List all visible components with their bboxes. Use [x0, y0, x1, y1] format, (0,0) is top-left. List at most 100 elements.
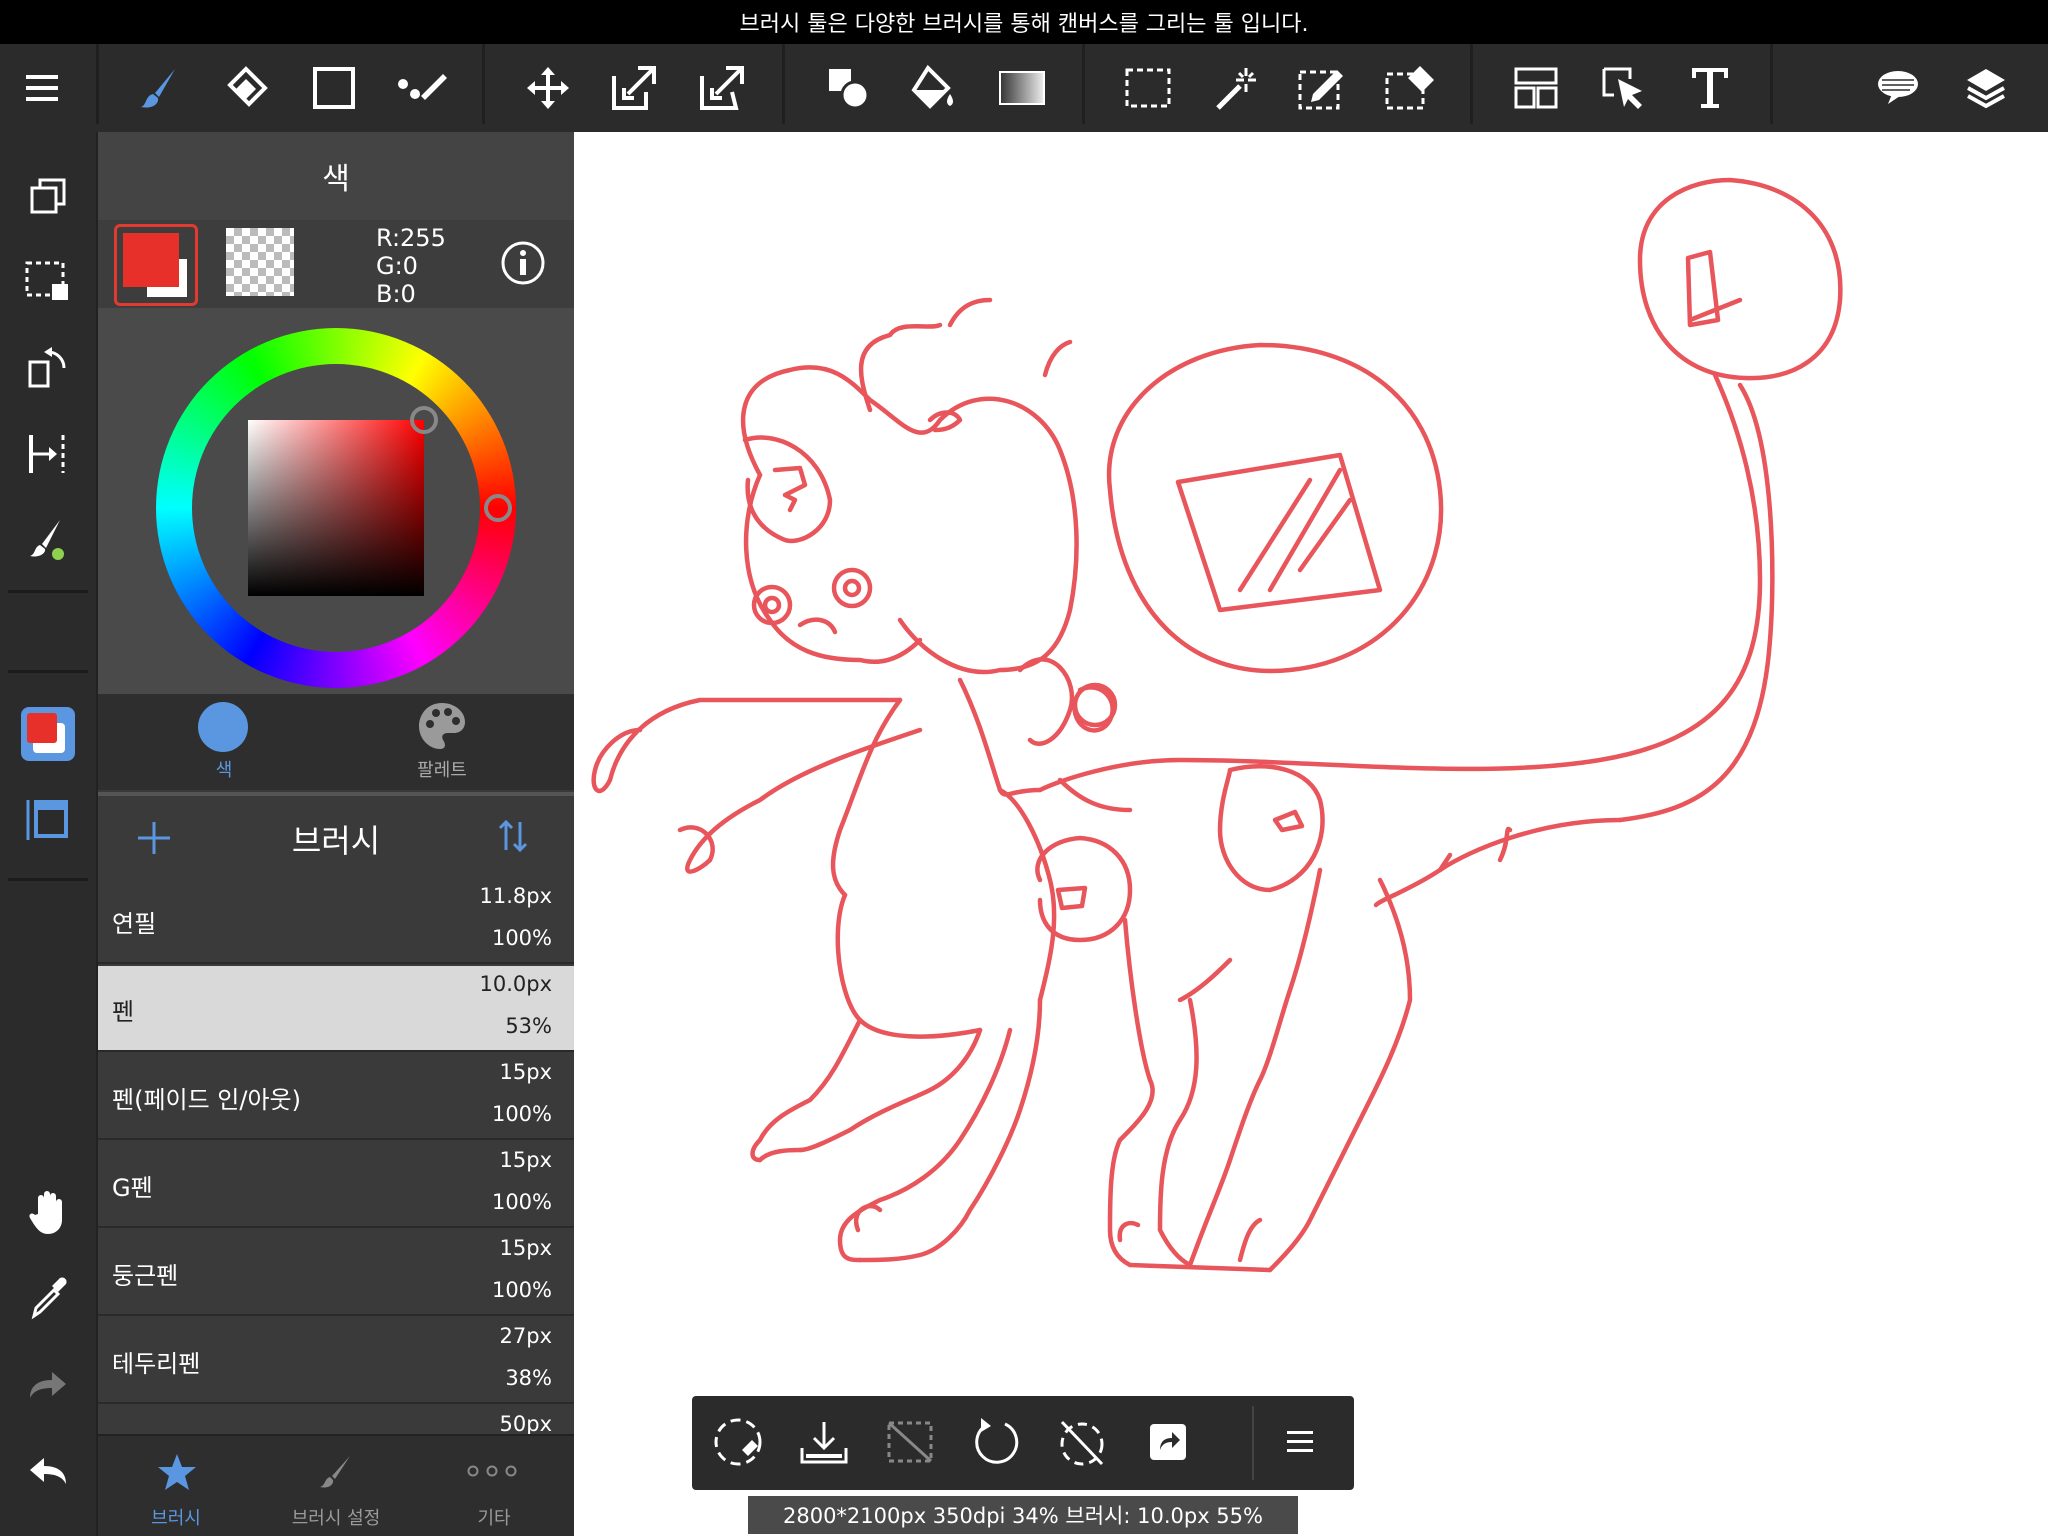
side-panel: 색 R:255 G:0 B:0 색 팔레트 브러시 연필 11.8px 100%…: [96, 132, 574, 1536]
rgb-b: B:0: [376, 280, 416, 308]
brush-item-g-pen[interactable]: G펜 15px 100%: [98, 1142, 574, 1228]
brush-size: 15px: [499, 1060, 552, 1084]
select-rect-icon[interactable]: [1118, 58, 1178, 118]
fill-shape-icon[interactable]: [818, 58, 878, 118]
brush-color-icon[interactable]: [16, 508, 80, 572]
brush-item-pen-fade[interactable]: 펜(페이드 인/아웃) 15px 100%: [98, 1054, 574, 1140]
brush-item-edge-pen[interactable]: 테두리펜 27px 38%: [98, 1318, 574, 1404]
brush-opacity: 100%: [491, 926, 552, 950]
brush-name: 둥근펜: [112, 1262, 179, 1290]
transform-icon[interactable]: [604, 58, 664, 118]
text-icon[interactable]: [1680, 58, 1740, 118]
select-arrow-icon[interactable]: [1594, 58, 1654, 118]
brush-opacity: 38%: [505, 1366, 552, 1390]
canvas-menu-icon[interactable]: [1270, 1410, 1334, 1474]
brush-name: 펜: [112, 998, 135, 1026]
eraser-icon[interactable]: [216, 58, 276, 118]
selection-icon[interactable]: [16, 250, 80, 314]
rectangle-icon[interactable]: [304, 58, 364, 118]
tab-other[interactable]: 기타: [416, 1436, 572, 1536]
brush-item-partial[interactable]: 50px: [98, 1406, 574, 1434]
current-color-swatch[interactable]: [114, 224, 198, 306]
brush-item-pencil[interactable]: 연필 11.8px 100%: [98, 878, 574, 964]
panel-bottom-tabs: 브러시 브러시 설정 기타: [98, 1434, 574, 1536]
select-pen-icon[interactable]: [1292, 58, 1352, 118]
color-swatch-icon[interactable]: [16, 702, 80, 766]
hue-handle[interactable]: [484, 494, 512, 522]
brush-opacity: 100%: [491, 1102, 552, 1126]
brush-size: 15px: [499, 1236, 552, 1260]
palette-icon: [419, 703, 465, 749]
color-circle-icon: [198, 702, 248, 752]
rotate-icon[interactable]: [964, 1410, 1028, 1474]
brush-opacity: 53%: [505, 1014, 552, 1038]
magic-wand-icon[interactable]: [1206, 58, 1266, 118]
canvas-frame-icon[interactable]: [16, 788, 80, 852]
clear-selection-icon[interactable]: [878, 1410, 942, 1474]
color-wheel-area: [98, 308, 574, 694]
menu-icon[interactable]: [14, 58, 74, 118]
brush-icon[interactable]: [130, 58, 190, 118]
brush-settings-icon: [320, 1456, 350, 1488]
drawing-canvas[interactable]: [576, 132, 2048, 1536]
tab-brush-settings[interactable]: 브러시 설정: [258, 1436, 414, 1536]
rotate-canvas-icon[interactable]: [16, 336, 80, 400]
brush-opacity: 100%: [491, 1278, 552, 1302]
brush-item-round-pen[interactable]: 둥근펜 15px 100%: [98, 1230, 574, 1316]
tab-other-label: 기타: [477, 1508, 511, 1529]
canvas-status-text: 2800*2100px 350dpi 34% 브러시: 10.0px 55%: [782, 1504, 1263, 1528]
color-panel-title: 색: [98, 132, 574, 220]
more-icon: [467, 1465, 517, 1477]
rotate-reset-icon[interactable]: [706, 1410, 770, 1474]
brush-opacity: 100%: [491, 1190, 552, 1214]
brush-size: 27px: [499, 1324, 552, 1348]
brush-name: 연필: [112, 910, 157, 938]
tab-palette-label: 팔레트: [417, 760, 467, 781]
brush-size: 50px: [499, 1412, 552, 1434]
top-toolbar: [0, 44, 2048, 132]
sketch-drawing: [591, 177, 1843, 1273]
flip-reset-icon[interactable]: [1050, 1410, 1114, 1474]
gradient-icon[interactable]: [992, 58, 1052, 118]
dot-brush-icon[interactable]: [392, 58, 452, 118]
eyedropper-icon[interactable]: [16, 1266, 80, 1330]
move-icon[interactable]: [518, 58, 578, 118]
undo-icon[interactable]: [16, 1438, 80, 1502]
layers-icon[interactable]: [1956, 58, 2016, 118]
tab-color[interactable]: 색: [164, 694, 284, 790]
speech-bubble-icon[interactable]: [1868, 58, 1928, 118]
rgb-r: R:255: [376, 224, 446, 252]
brush-size: 11.8px: [479, 884, 552, 908]
brush-item-pen[interactable]: 펜 10.0px 53%: [98, 966, 574, 1052]
brush-name: 테두리펜: [112, 1350, 201, 1378]
canvas-status-bar: 2800*2100px 350dpi 34% 브러시: 10.0px 55%: [748, 1496, 1298, 1534]
transparent-color-swatch[interactable]: [226, 228, 294, 296]
brush-panel-header: 브러시: [98, 792, 574, 878]
sv-handle[interactable]: [410, 406, 438, 434]
share-icon[interactable]: [1136, 1410, 1200, 1474]
select-eraser-icon[interactable]: [1380, 58, 1440, 118]
snap-icon[interactable]: [16, 422, 80, 486]
tool-hint-bar: 브러시 툴은 다양한 브러시를 통해 캔버스를 그리는 툴 입니다.: [0, 0, 2048, 44]
save-icon[interactable]: [792, 1410, 856, 1474]
hand-icon[interactable]: [16, 1180, 80, 1244]
brush-size: 10.0px: [479, 972, 552, 996]
bucket-icon[interactable]: [904, 58, 964, 118]
tab-color-label: 색: [215, 760, 233, 781]
redo-icon[interactable]: [16, 1352, 80, 1416]
tab-brush[interactable]: 브러시: [98, 1436, 254, 1536]
brush-name: G펜: [112, 1174, 153, 1202]
layer-copy-icon[interactable]: [16, 164, 80, 228]
color-swatch-row: R:255 G:0 B:0: [98, 220, 574, 308]
free-transform-icon[interactable]: [692, 58, 752, 118]
info-icon[interactable]: [500, 240, 546, 290]
color-mode-tabs: 색 팔레트: [98, 694, 574, 790]
left-toolbar: [0, 132, 96, 1536]
sort-icon[interactable]: [496, 816, 530, 860]
brush-size: 15px: [499, 1148, 552, 1172]
panel-layout-icon[interactable]: [1506, 58, 1566, 118]
tab-brush-settings-label: 브러시 설정: [291, 1508, 381, 1529]
saturation-value-square[interactable]: [248, 420, 424, 596]
brush-list: 연필 11.8px 100% 펜 10.0px 53% 펜(페이드 인/아웃) …: [98, 878, 574, 1434]
tab-palette[interactable]: 팔레트: [382, 694, 502, 790]
